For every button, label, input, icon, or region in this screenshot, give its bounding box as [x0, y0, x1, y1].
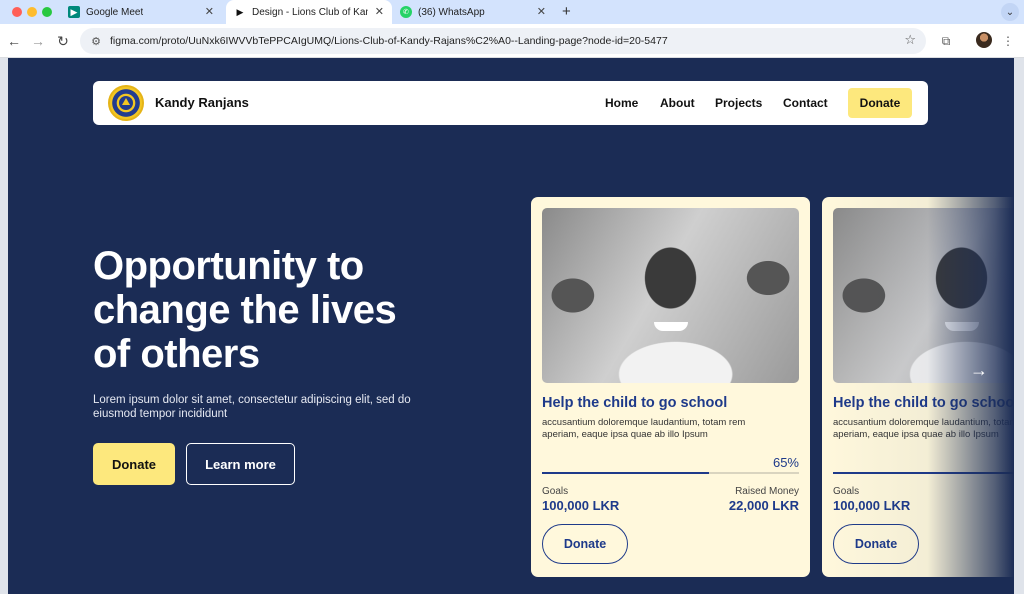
photo-detail [945, 322, 979, 331]
carousel-next-arrow-icon[interactable]: → [970, 360, 988, 381]
close-tab-icon[interactable]: ✕ [375, 5, 384, 18]
campaign-description: accusantium doloremque laudantium, totam… [833, 417, 1014, 440]
card-donate-button[interactable]: Donate [542, 524, 628, 564]
tab-google-meet[interactable]: ▶ Google Meet ✕ [62, 0, 222, 24]
goal-amount: 100,000 LKR [542, 498, 620, 513]
goal-amount: 100,000 LKR [833, 498, 911, 513]
nav-donate-button[interactable]: Donate [848, 88, 912, 118]
forward-arrow-icon[interactable]: → [29, 32, 47, 50]
photo-detail [654, 322, 688, 331]
progress-bar-fill [833, 472, 1014, 474]
goal-label: Goals [833, 486, 860, 497]
lion-emblem-icon [119, 96, 133, 110]
progress-percent: 65% [772, 455, 799, 470]
progress-bar-fill [542, 472, 710, 474]
site-navbar: Kandy Ranjans Home About Projects Contac… [93, 81, 928, 125]
nav-link-projects[interactable]: Projects [715, 96, 762, 110]
back-arrow-icon[interactable]: ← [5, 32, 23, 50]
campaign-description: accusantium doloremque laudantium, totam… [542, 417, 746, 440]
close-tab-icon[interactable]: ✕ [205, 5, 214, 18]
extensions-puzzle-icon[interactable]: ⧉ [938, 32, 954, 50]
more-menu-icon[interactable]: ⋮ [1002, 32, 1014, 50]
lions-club-logo[interactable] [108, 85, 144, 121]
google-meet-icon: ▶ [68, 6, 80, 18]
hero-donate-button[interactable]: Donate [93, 443, 175, 485]
figma-play-icon: ▶ [236, 6, 244, 17]
tab-search-chevron-icon[interactable]: ⌄ [1001, 3, 1019, 21]
hero-title: Opportunity to change the lives of other… [93, 244, 397, 376]
nav-link-home[interactable]: Home [605, 96, 638, 110]
whatsapp-icon: ✆ [400, 6, 412, 18]
campaign-title: Help the child to go school [833, 395, 1014, 411]
learn-more-button[interactable]: Learn more [186, 443, 295, 485]
hero-subtitle: Lorem ipsum dolor sit amet, consectetur … [93, 394, 411, 420]
browser-toolbar: ← → ↻ ⚙ figma.com/proto/UuNxk6IWVVbTePPC… [0, 24, 1024, 58]
card-donate-button[interactable]: Donate [833, 524, 919, 564]
close-tab-icon[interactable]: ✕ [537, 5, 546, 18]
tab-title: (36) WhatsApp [418, 6, 485, 18]
browser-tab-strip: ▶ Google Meet ✕ ▶ Design - Lions Club of… [0, 0, 1024, 24]
minimize-window-button[interactable] [27, 7, 37, 17]
campaign-card: Help the child to go school accusantium … [822, 197, 1014, 577]
progress-bar [542, 472, 799, 474]
new-tab-button[interactable]: + [562, 3, 571, 20]
nav-link-contact[interactable]: Contact [783, 96, 828, 110]
address-bar[interactable]: ⚙ figma.com/proto/UuNxk6IWVVbTePPCAIgUMQ… [80, 28, 926, 54]
progress-bar [833, 472, 1014, 474]
profile-avatar[interactable] [976, 32, 992, 48]
campaign-title: Help the child to go school [542, 395, 728, 411]
campaign-card: Help the child to go school accusantium … [531, 197, 810, 577]
close-window-button[interactable] [12, 7, 22, 17]
bookmark-star-icon[interactable]: ☆ [904, 32, 916, 48]
reload-icon[interactable]: ↻ [54, 32, 72, 50]
maximize-window-button[interactable] [42, 7, 52, 17]
campaign-photo [542, 208, 799, 383]
brand-name: Kandy Ranjans [155, 95, 249, 110]
landing-page: Kandy Ranjans Home About Projects Contac… [8, 58, 1014, 594]
nav-link-about[interactable]: About [660, 96, 695, 110]
goal-label: Goals [542, 486, 569, 497]
tab-figma-design[interactable]: ▶ Design - Lions Club of Kandy ✕ [226, 0, 392, 24]
campaign-photo [833, 208, 1014, 383]
raised-label: Raised Money [735, 486, 799, 497]
raised-amount: 22,000 LKR [728, 498, 799, 513]
url-text: figma.com/proto/UuNxk6IWVVbTePPCAIgUMQ/L… [110, 35, 668, 47]
tab-title: Design - Lions Club of Kandy [252, 6, 368, 18]
tab-title: Google Meet [86, 6, 144, 18]
tab-whatsapp[interactable]: ✆ (36) WhatsApp ✕ [394, 0, 554, 24]
site-settings-icon[interactable]: ⚙ [88, 35, 104, 48]
